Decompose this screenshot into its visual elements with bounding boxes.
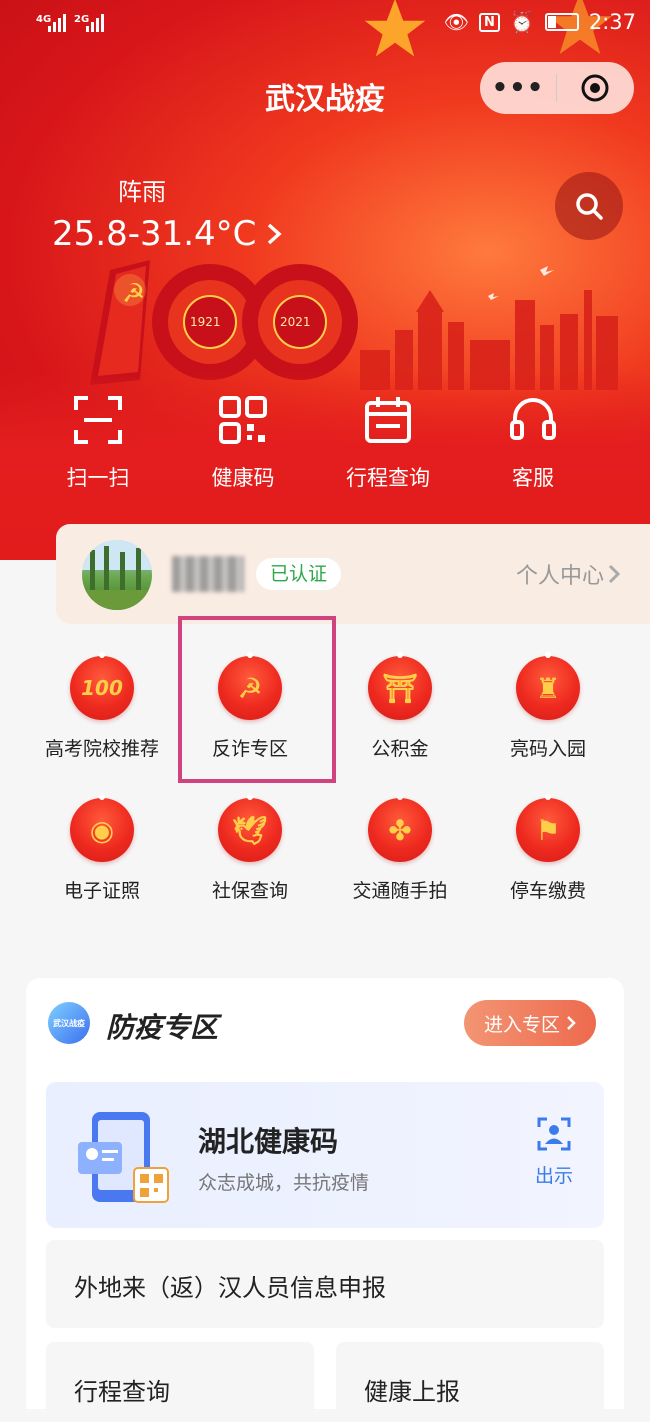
search-icon xyxy=(576,193,603,220)
face-scan-icon xyxy=(537,1117,571,1151)
personal-center-label: 个人中心 xyxy=(515,564,604,589)
section-title: 防疫专区 xyxy=(106,1011,219,1044)
epidemic-panel: 武汉战疫 防疫专区 进入专区 湖北健康码 众志成城，共抗疫情 出示 外地来（返）… xyxy=(26,978,624,1422)
list-item-label: 健康上报 xyxy=(364,1378,460,1406)
service-social-security[interactable]: 🕊 社保查询 xyxy=(175,794,325,903)
chevron-right-icon xyxy=(608,564,620,584)
signal-bars-icon xyxy=(48,14,66,32)
status-bar: 4G 2G 👁 N ⏰ 2:37 xyxy=(0,8,650,40)
service-glyph: ◉ xyxy=(89,813,115,847)
wuhan-logo-icon: 武汉战疫 xyxy=(48,1002,90,1044)
battery-icon xyxy=(544,13,579,31)
qr-code-icon xyxy=(219,396,267,444)
dove-icon: 🕊 xyxy=(218,794,282,862)
chinese-knot-icon: ✤ xyxy=(368,794,432,862)
quick-action-label: 扫一扫 xyxy=(66,466,130,490)
service-label: 公积金 xyxy=(371,738,429,760)
quick-action-itinerary[interactable]: 行程查询 xyxy=(328,394,448,492)
clock-time: 2:37 xyxy=(588,10,636,34)
health-code-card[interactable]: 湖北健康码 众志成城，共抗疫情 出示 xyxy=(46,1082,604,1228)
phone-qr-illustration-icon xyxy=(78,1112,169,1203)
personal-center-link[interactable]: 个人中心 xyxy=(516,558,620,590)
service-label: 亮码入园 xyxy=(509,738,586,760)
service-label: 交通随手拍 xyxy=(352,880,448,902)
list-item-label: 外地来（返）汉人员信息申报 xyxy=(74,1274,386,1302)
quick-action-scan[interactable]: 扫一扫 xyxy=(38,394,158,492)
quick-action-label: 客服 xyxy=(512,466,554,490)
nfc-icon: N xyxy=(479,12,500,32)
more-dots-icon[interactable]: ••• xyxy=(480,73,556,103)
weather-temp-range: 25.8-31.4°C xyxy=(52,214,257,254)
verified-badge: 已认证 xyxy=(256,558,342,590)
user-card[interactable]: 已认证 个人中心 xyxy=(56,524,650,624)
logo-text: 武汉战疫 xyxy=(53,1019,85,1028)
weather-temperature-link[interactable]: 25.8-31.4°C xyxy=(52,214,283,254)
list-item-returnee-declaration[interactable]: 外地来（返）汉人员信息申报 xyxy=(46,1240,604,1328)
show-code-button[interactable]: 出示 xyxy=(526,1116,582,1188)
list-item-itinerary-query[interactable]: 行程查询 xyxy=(46,1342,314,1422)
service-glyph: ⚑ xyxy=(535,813,561,847)
list-item-health-report[interactable]: 健康上报 xyxy=(336,1342,604,1422)
health-code-title: 湖北健康码 xyxy=(198,1125,339,1158)
service-glyph: 🕊 xyxy=(232,813,268,847)
huabiao-pillar-icon: ♜ xyxy=(516,652,580,720)
alarm-icon: ⏰ xyxy=(509,10,535,34)
tiananmen-icon: ⛩ xyxy=(368,652,432,720)
quick-action-health-code[interactable]: 健康码 xyxy=(183,394,303,492)
service-label: 高考院校推荐 xyxy=(44,738,159,760)
show-code-label: 出示 xyxy=(534,1165,573,1187)
search-button[interactable] xyxy=(555,172,623,240)
service-glyph: ⛩ xyxy=(382,671,418,705)
service-traffic-report[interactable]: ✤ 交通随手拍 xyxy=(325,794,475,903)
svg-text:☭: ☭ xyxy=(122,279,145,309)
list-item-label: 行程查询 xyxy=(74,1378,170,1406)
party-flag-icon: ⚑ xyxy=(516,794,580,862)
service-label: 电子证照 xyxy=(63,880,140,902)
quick-action-label: 行程查询 xyxy=(346,466,430,490)
chevron-right-icon xyxy=(567,1016,576,1030)
enter-section-button[interactable]: 进入专区 xyxy=(464,1000,596,1046)
signal-bars-icon xyxy=(86,14,104,32)
avatar[interactable] xyxy=(82,540,152,610)
headset-icon xyxy=(510,398,556,440)
service-college-recommend[interactable]: 100 高考院校推荐 xyxy=(27,652,177,761)
banner-year-left: 1921 xyxy=(190,315,221,329)
service-glyph: ✤ xyxy=(388,813,412,847)
service-park-entry[interactable]: ♜ 亮码入园 xyxy=(473,652,623,761)
eye-icon: 👁 xyxy=(443,10,470,34)
user-name-blurred xyxy=(172,556,244,592)
health-code-subtitle: 众志成城，共抗疫情 xyxy=(198,1172,370,1194)
centenary-icon: 100 xyxy=(70,652,134,720)
enter-section-label: 进入专区 xyxy=(483,1013,560,1036)
quick-action-customer-service[interactable]: 客服 xyxy=(473,394,593,492)
lantern-icon: ◉ xyxy=(70,794,134,862)
service-housing-fund[interactable]: ⛩ 公积金 xyxy=(325,652,475,761)
scan-icon xyxy=(74,396,122,444)
hero-banner: ☭ 1921 2021 4G 2G 👁 N ⏰ 2:37 武汉战疫 ••• 阵雨… xyxy=(0,0,650,560)
service-glyph: ♜ xyxy=(535,671,561,705)
chevron-right-icon xyxy=(268,223,283,245)
service-parking-fee[interactable]: ⚑ 停车缴费 xyxy=(473,794,623,903)
target-close-icon[interactable] xyxy=(557,73,633,103)
weather-condition: 阵雨 xyxy=(118,178,166,206)
quick-action-label: 健康码 xyxy=(211,466,275,490)
calendar-icon xyxy=(365,397,411,443)
service-label: 停车缴费 xyxy=(509,880,586,902)
service-e-license[interactable]: ◉ 电子证照 xyxy=(27,794,177,903)
service-label: 社保查询 xyxy=(211,880,288,902)
highlight-box xyxy=(178,616,336,783)
banner-year-right: 2021 xyxy=(280,315,311,329)
service-glyph: 100 xyxy=(81,676,123,700)
mini-program-capsule: ••• xyxy=(480,62,634,114)
